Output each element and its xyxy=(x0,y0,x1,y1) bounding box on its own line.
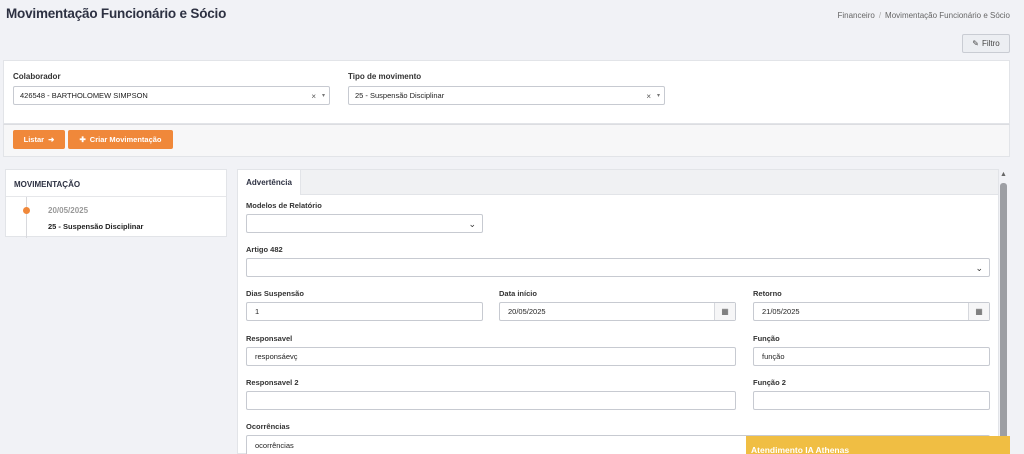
funcao2-input[interactable] xyxy=(753,391,990,410)
data-inicio-value: 20/05/2025 xyxy=(508,307,546,316)
chevron-down-icon: ⌄ xyxy=(975,263,983,273)
listar-label: Listar xyxy=(23,135,45,144)
responsavel-label: Responsavel xyxy=(246,334,293,343)
chat-label: Atendimento IA Athenas xyxy=(751,445,850,454)
clear-icon[interactable]: × xyxy=(311,92,316,101)
timeline-line xyxy=(26,197,27,238)
movimentacao-card: MOVIMENTAÇÃO 20/05/2025 25 - Suspensão D… xyxy=(5,169,227,238)
chevron-down-icon: ⌄ xyxy=(468,219,476,229)
arrow-right-icon: ➜ xyxy=(48,135,55,144)
colaborador-label: Colaborador xyxy=(13,72,61,81)
timeline-dot xyxy=(23,207,30,214)
edit-icon: ✎ xyxy=(972,39,979,48)
movimentacao-title: MOVIMENTAÇÃO xyxy=(6,170,226,197)
funcao-input[interactable]: função xyxy=(753,347,990,366)
colaborador-select[interactable]: 426548 - BARTHOLOMEW SIMPSON × ▾ xyxy=(13,86,330,105)
calendar-icon[interactable]: ▦ xyxy=(714,303,735,320)
data-inicio-input[interactable]: 20/05/2025 ▦ xyxy=(499,302,736,321)
chat-widget[interactable]: Atendimento IA Athenas xyxy=(746,436,1010,454)
retorno-input[interactable]: 21/05/2025 ▦ xyxy=(753,302,990,321)
tipo-movimento-select[interactable]: 25 - Suspensão Disciplinar × ▾ xyxy=(348,86,665,105)
responsavel-input[interactable]: responsáevç xyxy=(246,347,736,366)
criar-label: Criar Movimentação xyxy=(89,135,162,144)
detail-card: Advertência Modelos de Relatório ⌄ Artig… xyxy=(237,169,999,454)
retorno-label: Retorno xyxy=(753,289,782,298)
modelos-label: Modelos de Relatório xyxy=(246,201,322,210)
plus-icon: ✚ xyxy=(79,135,86,144)
data-inicio-label: Data início xyxy=(499,289,537,298)
responsavel2-input[interactable] xyxy=(246,391,736,410)
tab-strip: Advertência xyxy=(238,170,998,195)
colaborador-value: 426548 - BARTHOLOMEW SIMPSON xyxy=(20,91,148,100)
artigo-select[interactable]: ⌄ xyxy=(246,258,990,277)
scroll-up-icon[interactable]: ▲ xyxy=(1000,171,1007,178)
dias-label: Dias Suspensão xyxy=(246,289,304,298)
chevron-down-icon: ▾ xyxy=(656,93,660,99)
filter-button-label: Filtro xyxy=(981,39,1000,48)
ocorrencias-label: Ocorrências xyxy=(246,422,290,431)
criar-movimentacao-button[interactable]: ✚ Criar Movimentação xyxy=(68,130,173,149)
modelos-select[interactable]: ⌄ xyxy=(246,214,483,233)
clear-icon[interactable]: × xyxy=(646,92,651,101)
tab-advertencia[interactable]: Advertência xyxy=(238,170,301,195)
responsavel2-label: Responsavel 2 xyxy=(246,378,299,387)
breadcrumb-item-current: Movimentação Funcionário e Sócio xyxy=(885,11,1010,20)
filter-button[interactable]: ✎ Filtro xyxy=(962,34,1010,53)
funcao2-label: Função 2 xyxy=(753,378,786,387)
funcao-label: Função xyxy=(753,334,780,343)
timeline-text[interactable]: 25 - Suspensão Disciplinar xyxy=(48,222,143,231)
breadcrumb-item-financeiro[interactable]: Financeiro xyxy=(837,11,874,20)
scrollbar-thumb[interactable] xyxy=(1000,183,1007,454)
timeline-date[interactable]: 20/05/2025 xyxy=(48,206,88,215)
breadcrumb-separator: / xyxy=(878,11,882,20)
calendar-icon[interactable]: ▦ xyxy=(968,303,989,320)
page-title: Movimentação Funcionário e Sócio xyxy=(6,6,227,21)
listar-button[interactable]: Listar ➜ xyxy=(13,130,65,149)
tipo-movimento-label: Tipo de movimento xyxy=(348,72,422,81)
retorno-value: 21/05/2025 xyxy=(762,307,800,316)
dias-input[interactable]: 1 xyxy=(246,302,483,321)
breadcrumb: Financeiro / Movimentação Funcionário e … xyxy=(837,11,1010,20)
artigo-label: Artigo 482 xyxy=(246,245,283,254)
chevron-down-icon: ▾ xyxy=(321,93,325,99)
tipo-movimento-value: 25 - Suspensão Disciplinar xyxy=(355,91,445,100)
